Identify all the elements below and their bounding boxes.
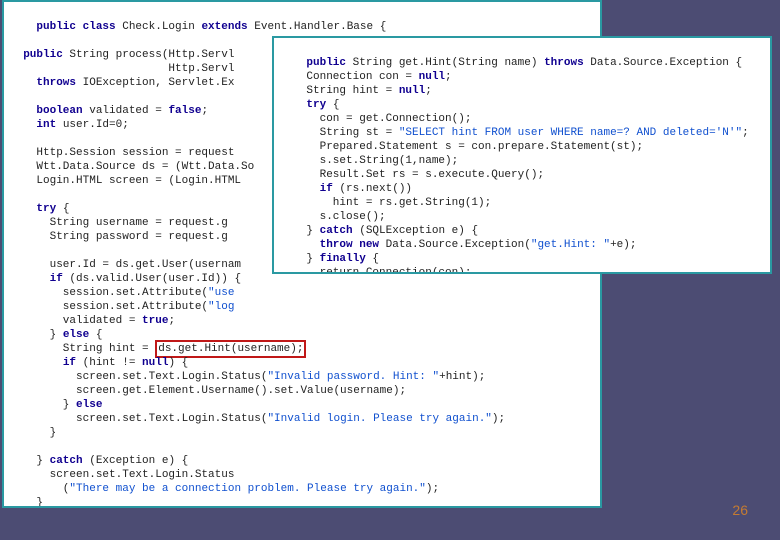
slide: public class Check.Login extends Event.H… — [0, 0, 780, 540]
popup-code-panel: public String get.Hint(String name) thro… — [272, 36, 772, 274]
page-number: 26 — [732, 502, 748, 518]
highlighted-call: ds.get.Hint(username); — [155, 340, 306, 358]
popup-code-text: public String get.Hint(String name) thro… — [280, 57, 749, 274]
